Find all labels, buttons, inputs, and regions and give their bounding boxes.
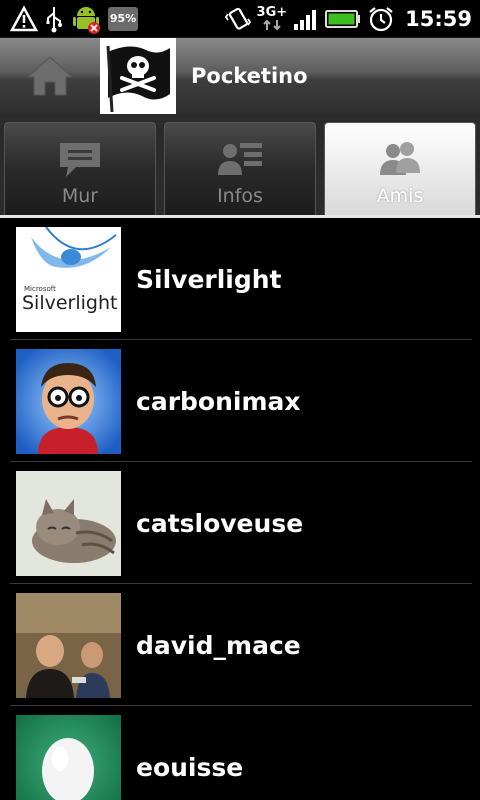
friends-list[interactable]: Microsoft Silverlight Silverlight carbon…	[0, 218, 480, 800]
friend-row[interactable]: Microsoft Silverlight Silverlight	[0, 218, 480, 340]
friend-name: Silverlight	[136, 264, 282, 294]
friend-name: eouisse	[136, 752, 244, 782]
friend-row[interactable]: catsloveuse	[0, 462, 480, 584]
battery-badge-icon: 95%	[108, 4, 138, 34]
battery-badge-text: 95%	[108, 6, 138, 31]
tab-mur[interactable]: Mur	[4, 122, 156, 215]
avatar-silverlight-text: Silverlight	[22, 292, 117, 314]
friends-icon	[380, 142, 420, 175]
avatar-carbonimax	[16, 348, 121, 454]
friend-row[interactable]: david_mace	[0, 584, 480, 706]
usb-icon	[44, 4, 64, 34]
clock: 15:59	[405, 6, 472, 31]
friend-row[interactable]: eouisse	[0, 706, 480, 800]
android-debug-icon	[70, 4, 102, 34]
network-arrows-icon: 3G+	[256, 4, 288, 34]
avatar-catsloveuse	[16, 470, 121, 576]
avatar-david-mace	[16, 592, 121, 698]
avatar-silverlight: Microsoft Silverlight	[16, 226, 121, 332]
home-icon	[26, 56, 74, 96]
friend-name: carbonimax	[136, 386, 301, 416]
friend-name: catsloveuse	[136, 508, 304, 538]
battery-icon	[325, 4, 361, 34]
signal-icon	[293, 4, 319, 34]
friend-row[interactable]: carbonimax	[0, 340, 480, 462]
network-type-label: 3G+	[256, 4, 288, 20]
profile-image[interactable]	[100, 38, 176, 114]
home-button[interactable]	[0, 38, 100, 114]
tab-amis[interactable]: Amis	[324, 122, 476, 215]
pirate-flag-image	[106, 45, 170, 113]
tab-amis-label: Amis	[376, 185, 424, 207]
tab-mur-label: Mur	[61, 185, 99, 207]
tab-infos[interactable]: Infos	[164, 122, 316, 215]
tab-bar: Mur Infos Amis	[0, 114, 480, 218]
profile-card-icon	[218, 143, 262, 175]
avatar-eouisse	[16, 714, 121, 800]
app-title: Pocketino	[191, 64, 308, 88]
speech-bubble-icon	[60, 143, 100, 177]
warning-icon	[10, 4, 38, 34]
status-bar: 95% 3G+ 15:59	[0, 0, 480, 38]
friend-name: david_mace	[136, 630, 301, 660]
tab-infos-label: Infos	[217, 185, 263, 207]
alarm-icon	[367, 4, 395, 34]
title-bar: Pocketino	[0, 38, 480, 114]
vibrate-icon	[224, 4, 251, 34]
